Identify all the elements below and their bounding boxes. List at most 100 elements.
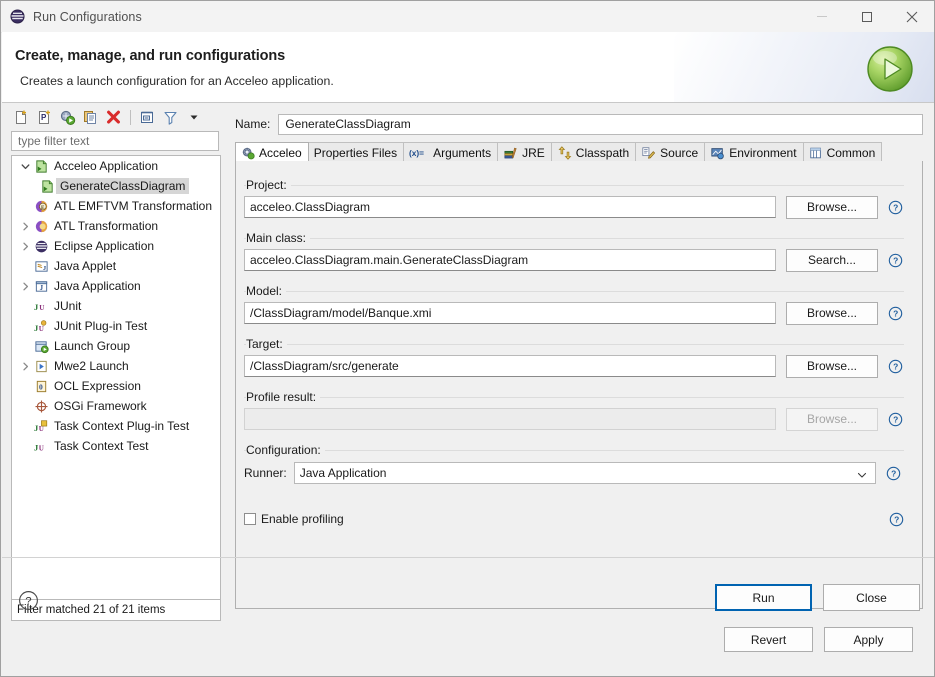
export-configuration-icon[interactable] — [57, 107, 78, 128]
tree-item-task-context-test[interactable]: J U Task Context Test — [12, 436, 220, 456]
tree-item-atl-emftvm-transformation[interactable]: E ATL EMFTVM Transformation — [12, 196, 220, 216]
twisty-collapsed-icon[interactable] — [18, 362, 32, 371]
svg-text:(x)=: (x)= — [409, 148, 424, 158]
svg-text:?: ? — [893, 414, 898, 424]
tree-item-acceleo-application[interactable]: Acceleo Application — [12, 156, 220, 176]
enable-profiling-checkbox[interactable] — [244, 513, 256, 525]
twisty-expanded-icon[interactable] — [18, 162, 32, 171]
project-label: Project: — [246, 178, 291, 192]
button-label: Close — [856, 590, 887, 605]
model-browse-button[interactable]: Browse... — [786, 301, 878, 325]
model-value: /ClassDiagram/model/Banque.xmi — [250, 306, 432, 320]
duplicate-configuration-icon[interactable] — [80, 107, 101, 128]
acceleo-gear-icon — [241, 146, 255, 160]
tree-item-java-applet[interactable]: J Java Applet — [12, 256, 220, 276]
tab-label: Acceleo — [259, 145, 302, 160]
enable-profiling-row: Enable profiling ? — [244, 509, 904, 529]
button-label: Run — [752, 590, 775, 605]
tab-arguments[interactable]: (x)= Arguments — [403, 142, 499, 162]
runner-help-icon[interactable]: ? — [886, 466, 901, 481]
tab-common[interactable]: Common — [802, 142, 883, 162]
svg-text:J: J — [39, 285, 43, 292]
project-input[interactable]: acceleo.ClassDiagram — [244, 196, 776, 218]
tree-item-mwe2-launch[interactable]: Mwe2 Launch — [12, 356, 220, 376]
twisty-collapsed-icon[interactable] — [18, 282, 32, 291]
revert-button[interactable]: Revert — [724, 627, 813, 652]
tab-jre[interactable]: JRE — [497, 142, 552, 162]
maximize-button[interactable] — [844, 1, 889, 32]
model-help-icon[interactable]: ? — [888, 306, 903, 321]
new-configuration-icon[interactable] — [11, 107, 32, 128]
close-button-footer[interactable]: Close — [823, 584, 920, 611]
configurations-panel: P type filter text Acceleo Application G… — [9, 105, 222, 621]
close-button[interactable] — [889, 1, 934, 32]
tab-label: Arguments — [433, 145, 492, 160]
filter-icon[interactable] — [160, 107, 181, 128]
apply-button[interactable]: Apply — [824, 627, 913, 652]
tree-item-generateclassdiagram[interactable]: GenerateClassDiagram — [12, 176, 220, 196]
tree-item-label: Launch Group — [54, 339, 131, 353]
name-label: Name: — [235, 117, 271, 131]
main-class-search-button[interactable]: Search... — [786, 248, 878, 272]
window-controls — [799, 1, 934, 32]
tree-item-label: Acceleo Application — [54, 159, 159, 173]
tab-properties-files[interactable]: Properties Files — [307, 142, 405, 162]
project-browse-button[interactable]: Browse... — [786, 195, 878, 219]
target-value: /ClassDiagram/src/generate — [250, 359, 399, 373]
collapse-all-icon[interactable] — [137, 107, 158, 128]
group-line — [244, 238, 904, 239]
help-icon[interactable]: ? — [18, 590, 39, 614]
name-row: Name: GenerateClassDiagram — [235, 113, 923, 135]
tab-label: Environment — [729, 145, 797, 160]
delete-configuration-icon[interactable] — [103, 107, 124, 128]
target-input[interactable]: /ClassDiagram/src/generate — [244, 355, 776, 377]
eclipse-icon — [10, 9, 25, 24]
tree-item-junit-plugin-test[interactable]: J U JUnit Plug-in Test — [12, 316, 220, 336]
atl-icon — [32, 219, 50, 234]
tree-item-launch-group[interactable]: Launch Group — [12, 336, 220, 356]
junit-plugin-icon: J U — [32, 319, 50, 334]
name-input[interactable]: GenerateClassDiagram — [278, 113, 923, 135]
tree-item-task-context-plugin-test[interactable]: J U Task Context Plug-in Test — [12, 416, 220, 436]
button-label: Apply — [853, 632, 884, 647]
project-help-icon[interactable]: ? — [888, 200, 903, 215]
minimize-button[interactable] — [799, 1, 844, 32]
profile-result-help-icon[interactable]: ? — [888, 412, 903, 427]
runner-select[interactable]: Java Application — [293, 462, 876, 484]
model-input[interactable]: /ClassDiagram/model/Banque.xmi — [244, 302, 776, 324]
tab-acceleo[interactable]: Acceleo — [235, 142, 309, 163]
tab-environment[interactable]: Environment — [704, 142, 804, 162]
main-class-input[interactable]: acceleo.ClassDiagram.main.GenerateClassD… — [244, 249, 776, 271]
tab-source[interactable]: Source — [635, 142, 706, 162]
filter-input[interactable]: type filter text — [11, 131, 219, 151]
runner-value: Java Application — [299, 466, 387, 480]
svg-text:?: ? — [894, 514, 899, 524]
svg-text:P: P — [41, 113, 47, 122]
enable-profiling-help-icon[interactable]: ? — [889, 512, 904, 527]
svg-text:0: 0 — [38, 382, 42, 391]
view-menu-icon[interactable] — [183, 107, 204, 128]
new-prototype-icon[interactable]: P — [34, 107, 55, 128]
run-button[interactable]: Run — [715, 584, 812, 611]
tree-item-java-application[interactable]: J Java Application — [12, 276, 220, 296]
tree-item-junit[interactable]: J U JUnit — [12, 296, 220, 316]
tree-item-atl-transformation[interactable]: ATL Transformation — [12, 216, 220, 236]
profile-result-label: Profile result: — [246, 390, 321, 404]
page-subtitle: Creates a launch configuration for an Ac… — [20, 74, 334, 88]
project-row: acceleo.ClassDiagram Browse... ? — [244, 195, 904, 219]
tree-item-osgi-framework[interactable]: OSGi Framework — [12, 396, 220, 416]
twisty-collapsed-icon[interactable] — [18, 222, 32, 231]
svg-text:U: U — [39, 444, 44, 452]
window-title: Run Configurations — [33, 9, 142, 24]
button-label: Revert — [750, 632, 787, 647]
tab-classpath[interactable]: Classpath — [550, 142, 637, 162]
main-class-help-icon[interactable]: ? — [888, 253, 903, 268]
configurations-tree[interactable]: Acceleo Application GenerateClassDiagram — [11, 155, 221, 599]
twisty-collapsed-icon[interactable] — [18, 242, 32, 251]
target-help-icon[interactable]: ? — [888, 359, 903, 374]
target-browse-button[interactable]: Browse... — [786, 354, 878, 378]
tree-item-ocl-expression[interactable]: 0 OCL Expression — [12, 376, 220, 396]
configuration-label: Configuration: — [246, 443, 325, 457]
group-line — [244, 344, 904, 345]
tree-item-eclipse-application[interactable]: Eclipse Application — [12, 236, 220, 256]
